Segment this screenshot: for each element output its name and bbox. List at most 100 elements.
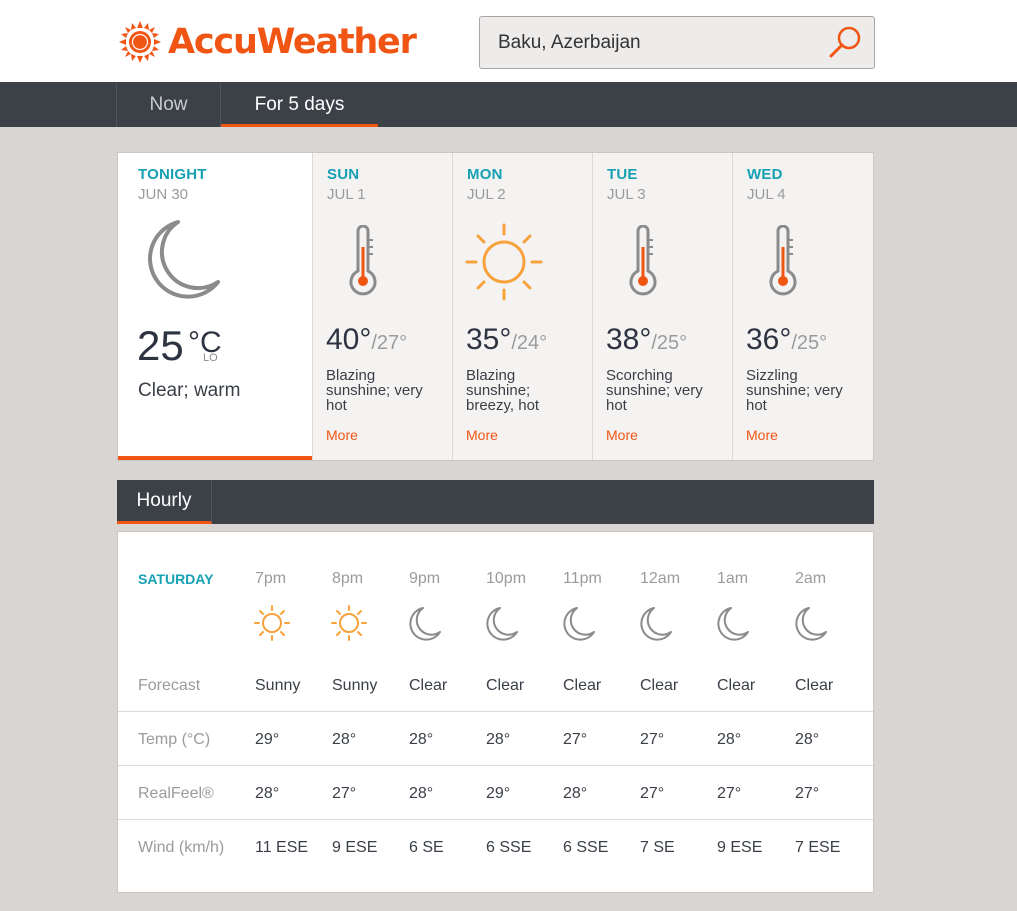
moon-icon xyxy=(148,220,220,299)
thermometer-icon xyxy=(629,225,657,296)
row-label-realfeel: RealFeel® xyxy=(138,785,214,802)
hourly-tab-bar: Hourly xyxy=(117,480,874,524)
daily-card-tue[interactable]: TUE JUL 3 38°/25° Scorching sunshine; ve… xyxy=(592,153,732,460)
hourly-day-label: SATURDAY xyxy=(138,571,214,587)
hour-temp: 28° xyxy=(332,731,357,748)
hour-time: 11pm xyxy=(563,570,602,587)
site-header: AccuWeather xyxy=(0,0,1017,82)
forecast-phrase: Clear; warm xyxy=(138,380,241,401)
more-link[interactable]: More xyxy=(326,427,358,443)
tab-now[interactable]: Now xyxy=(117,82,220,127)
temp-high: 35°/24° xyxy=(466,323,548,356)
sun-icon xyxy=(330,604,368,647)
hour-realfeel: 27° xyxy=(332,785,357,802)
more-link[interactable]: More xyxy=(606,427,638,443)
hour-wind: 11 ESE xyxy=(255,839,309,856)
day-name: TUE xyxy=(607,166,638,183)
day-name: MON xyxy=(467,166,503,183)
hour-forecast: Sunny xyxy=(255,677,301,694)
daily-card-wed[interactable]: WED JUL 4 36°/25° Sizzling sunshine; ver… xyxy=(732,153,873,460)
hour-forecast: Sunny xyxy=(332,677,378,694)
hourly-forecast-table: SATURDAY Forecast Temp (°C) RealFeel® Wi… xyxy=(117,531,874,893)
hour-wind: 6 SSE xyxy=(486,839,532,856)
daily-card-mon[interactable]: MON JUL 2 35°/24° Blazing sunshine; bree… xyxy=(452,153,592,460)
forecast-phrase: Scorching sunshine; very hot xyxy=(606,367,703,414)
moon-icon xyxy=(793,604,831,647)
sun-logo-icon xyxy=(119,21,161,63)
hour-time: 7pm xyxy=(255,570,287,587)
forecast-phrase: Sizzling sunshine; very hot xyxy=(746,367,843,414)
day-date: JUL 1 xyxy=(327,186,366,203)
more-link[interactable]: More xyxy=(466,427,498,443)
row-divider xyxy=(118,819,873,820)
hour-temp: 28° xyxy=(409,731,434,748)
location-search xyxy=(479,16,875,69)
daily-card-tonight[interactable]: TONIGHT JUN 30 25 °C LO Clear; warm xyxy=(118,153,312,460)
day-date: JUN 30 xyxy=(138,186,189,203)
hour-realfeel: 28° xyxy=(409,785,434,802)
temp-high: 38°/25° xyxy=(606,323,688,356)
hour-temp: 28° xyxy=(717,731,742,748)
hour-time: 9pm xyxy=(409,570,441,587)
temp-low: /27° xyxy=(371,332,408,354)
tab-for-5-days[interactable]: For 5 days xyxy=(221,82,378,127)
hour-wind: 7 ESE xyxy=(795,839,841,856)
hour-realfeel: 27° xyxy=(795,785,820,802)
moon-icon xyxy=(561,604,599,647)
moon-icon xyxy=(638,604,676,647)
hour-realfeel: 27° xyxy=(640,785,665,802)
moon-icon xyxy=(484,604,522,647)
forecast-phrase: Blazing sunshine; breezy, hot xyxy=(466,367,540,414)
hour-realfeel: 27° xyxy=(717,785,742,802)
tab-hourly[interactable]: Hourly xyxy=(117,480,212,524)
hour-wind: 6 SSE xyxy=(563,839,609,856)
day-name: WED xyxy=(747,166,783,183)
hour-forecast: Clear xyxy=(486,677,525,694)
moon-icon xyxy=(715,604,753,647)
hour-time: 8pm xyxy=(332,570,364,587)
row-label-forecast: Forecast xyxy=(138,677,201,694)
moon-icon xyxy=(407,604,445,647)
forecast-nav: Now For 5 days xyxy=(0,82,1017,127)
hour-temp: 27° xyxy=(563,731,588,748)
tonight-temp: 25 xyxy=(137,322,184,369)
daily-forecast-panel: TONIGHT JUN 30 25 °C LO Clear; warm SUN … xyxy=(117,152,874,461)
day-date: JUL 4 xyxy=(747,186,786,203)
search-icon[interactable] xyxy=(826,23,866,63)
day-name: SUN xyxy=(327,166,360,183)
hour-time: 1am xyxy=(717,570,749,587)
sun-icon xyxy=(465,223,543,301)
hour-wind: 7 SE xyxy=(640,839,675,856)
hour-time: 2am xyxy=(795,570,827,587)
hour-wind: 6 SE xyxy=(409,839,444,856)
hour-forecast: Clear xyxy=(795,677,834,694)
search-input[interactable] xyxy=(498,17,818,68)
daily-card-sun[interactable]: SUN JUL 1 40°/27° Blazing sunshine; very… xyxy=(312,153,452,460)
accuweather-logo[interactable]: AccuWeather xyxy=(118,20,417,64)
row-divider xyxy=(118,711,873,712)
hour-time: 10pm xyxy=(486,570,527,587)
hour-temp: 28° xyxy=(795,731,820,748)
more-link[interactable]: More xyxy=(746,427,778,443)
row-label-temp: Temp (°C) xyxy=(138,731,211,748)
hour-realfeel: 29° xyxy=(486,785,511,802)
temp-high: 40°/27° xyxy=(326,323,408,356)
temp-low: /24° xyxy=(511,332,548,354)
forecast-phrase: Blazing sunshine; very hot xyxy=(326,367,423,414)
hour-time: 12am xyxy=(640,570,681,587)
row-label-wind: Wind (km/h) xyxy=(138,839,225,856)
day-date: JUL 2 xyxy=(467,186,506,203)
temp-high: 36°/25° xyxy=(746,323,828,356)
day-name: TONIGHT xyxy=(138,166,207,183)
hour-temp: 28° xyxy=(486,731,511,748)
hour-forecast: Clear xyxy=(640,677,679,694)
row-divider xyxy=(118,765,873,766)
temp-low: /25° xyxy=(791,332,828,354)
temp-low: /25° xyxy=(651,332,688,354)
thermometer-icon xyxy=(769,225,797,296)
hour-realfeel: 28° xyxy=(563,785,588,802)
hour-wind: 9 ESE xyxy=(332,839,378,856)
hour-forecast: Clear xyxy=(563,677,602,694)
thermometer-icon xyxy=(349,225,377,296)
hour-forecast: Clear xyxy=(409,677,448,694)
